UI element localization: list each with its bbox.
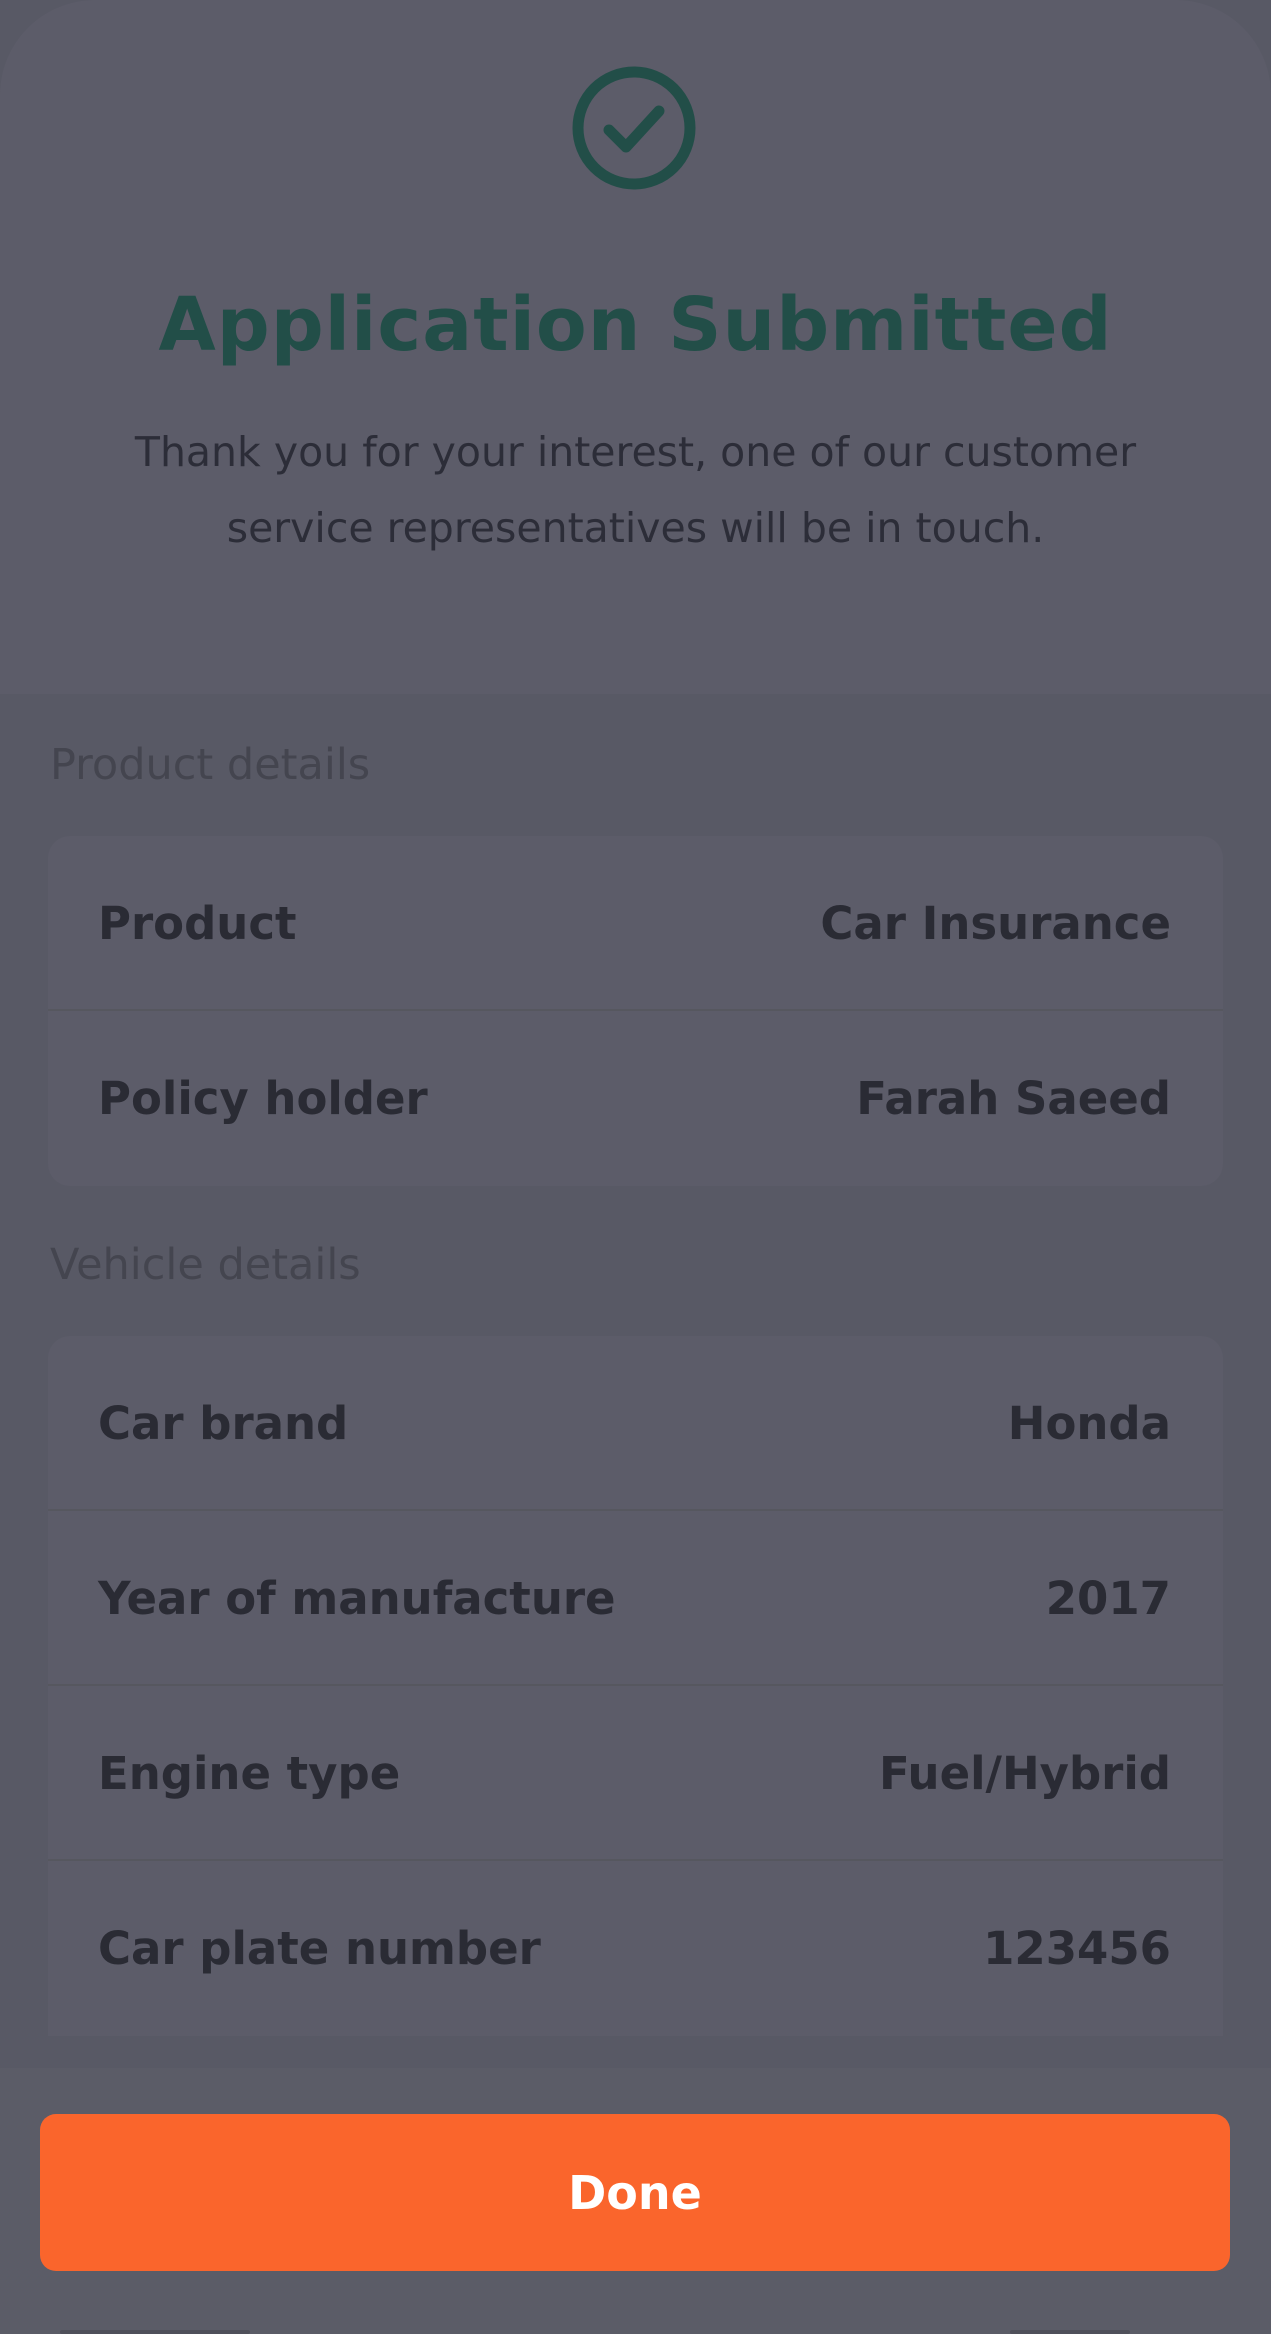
- vehicle-details-card: Car brand Honda Year of manufacture 2017…: [48, 1336, 1223, 2036]
- detail-row-car-brand: Car brand Honda: [48, 1336, 1223, 1511]
- detail-value: 2017: [1045, 1572, 1171, 1625]
- detail-row-policy-holder: Policy holder Farah Saeed: [48, 1011, 1223, 1186]
- detail-row-engine-type: Engine type Fuel/Hybrid: [48, 1686, 1223, 1861]
- detail-row-year-of-manufacture: Year of manufacture 2017: [48, 1511, 1223, 1686]
- peek-line: [60, 2330, 250, 2334]
- detail-label: Engine type: [98, 1747, 401, 1800]
- scroll-peek-content: [60, 2318, 1210, 2334]
- detail-value: Farah Saeed: [856, 1072, 1171, 1125]
- details-panel: Product details Product Car Insurance Po…: [0, 694, 1271, 2084]
- done-button[interactable]: Done: [40, 2114, 1230, 2271]
- detail-value: 123456: [983, 1922, 1171, 1975]
- detail-row-product: Product Car Insurance: [48, 836, 1223, 1011]
- detail-label: Car plate number: [98, 1922, 541, 1975]
- detail-label: Year of manufacture: [98, 1572, 616, 1625]
- check-circle-icon: [572, 66, 696, 190]
- detail-row-car-plate-number: Car plate number 123456: [48, 1861, 1223, 2036]
- detail-label: Car brand: [98, 1397, 349, 1450]
- detail-value: Fuel/Hybrid: [879, 1747, 1171, 1800]
- detail-label: Policy holder: [98, 1072, 428, 1125]
- confirmation-message: Thank you for your interest, one of our …: [134, 428, 1137, 552]
- detail-label: Product: [98, 897, 297, 950]
- detail-value: Car Insurance: [820, 897, 1171, 950]
- detail-value: Honda: [1007, 1397, 1171, 1450]
- product-details-card: Product Car Insurance Policy holder Fara…: [48, 836, 1223, 1186]
- product-details-heading: Product details: [50, 740, 371, 790]
- confirmation-sheet: Application Submitted Thank you for your…: [0, 0, 1271, 2334]
- page-title: Application Submitted: [158, 282, 1113, 368]
- vehicle-details-heading: Vehicle details: [50, 1240, 361, 1290]
- peek-line: [1010, 2330, 1130, 2334]
